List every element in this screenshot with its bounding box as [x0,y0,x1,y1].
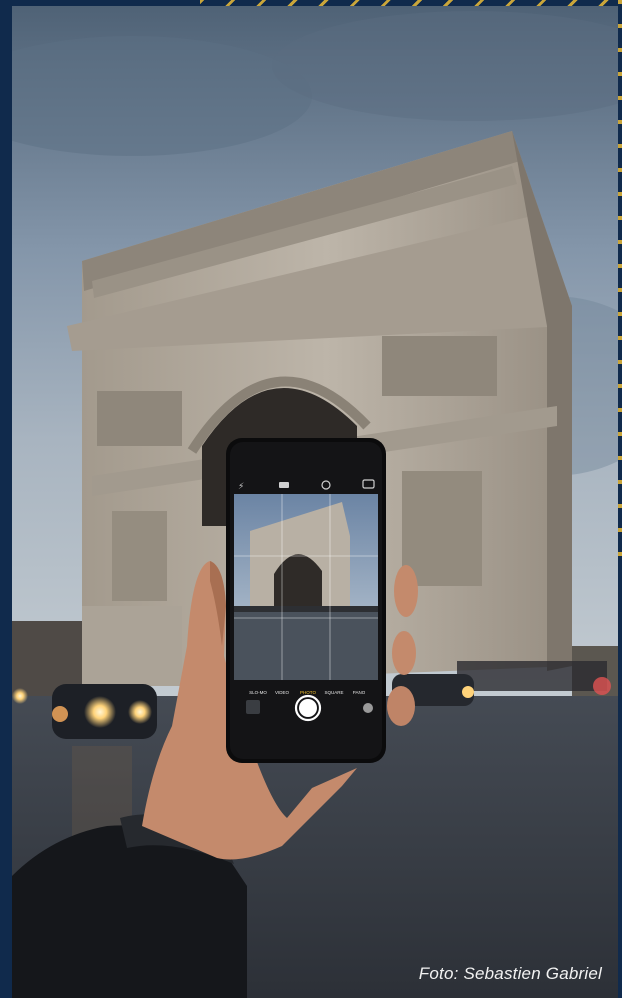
camera-mode-photo: PHOTO [300,690,316,695]
decorative-hatch-right [618,0,622,560]
photo-frame: ⚡ SLO-MO VIDEO PHOTO SQUARE PANO Foto: S… [0,0,622,998]
camera-mode-video: VIDEO [275,690,290,695]
photo: ⚡ SLO-MO VIDEO PHOTO SQUARE PANO Foto: S… [12,6,618,998]
flash-off-icon: ⚡ [238,482,244,492]
smartphone: ⚡ SLO-MO VIDEO PHOTO SQUARE PANO [226,438,386,763]
car-left [52,684,157,739]
viewfinder [234,494,378,680]
scene: ⚡ SLO-MO VIDEO PHOTO SQUARE PANO [12,6,618,998]
camera-mode-pano: PANO [353,690,366,695]
thumbnail [246,700,260,714]
camera-mode-slo-mo: SLO-MO [249,690,267,695]
camera-switch-icon [363,703,373,713]
camera-mode-square: SQUARE [324,690,343,695]
photo-credit: Foto: Sebastien Gabriel [418,964,602,983]
hdr-icon [279,482,289,488]
